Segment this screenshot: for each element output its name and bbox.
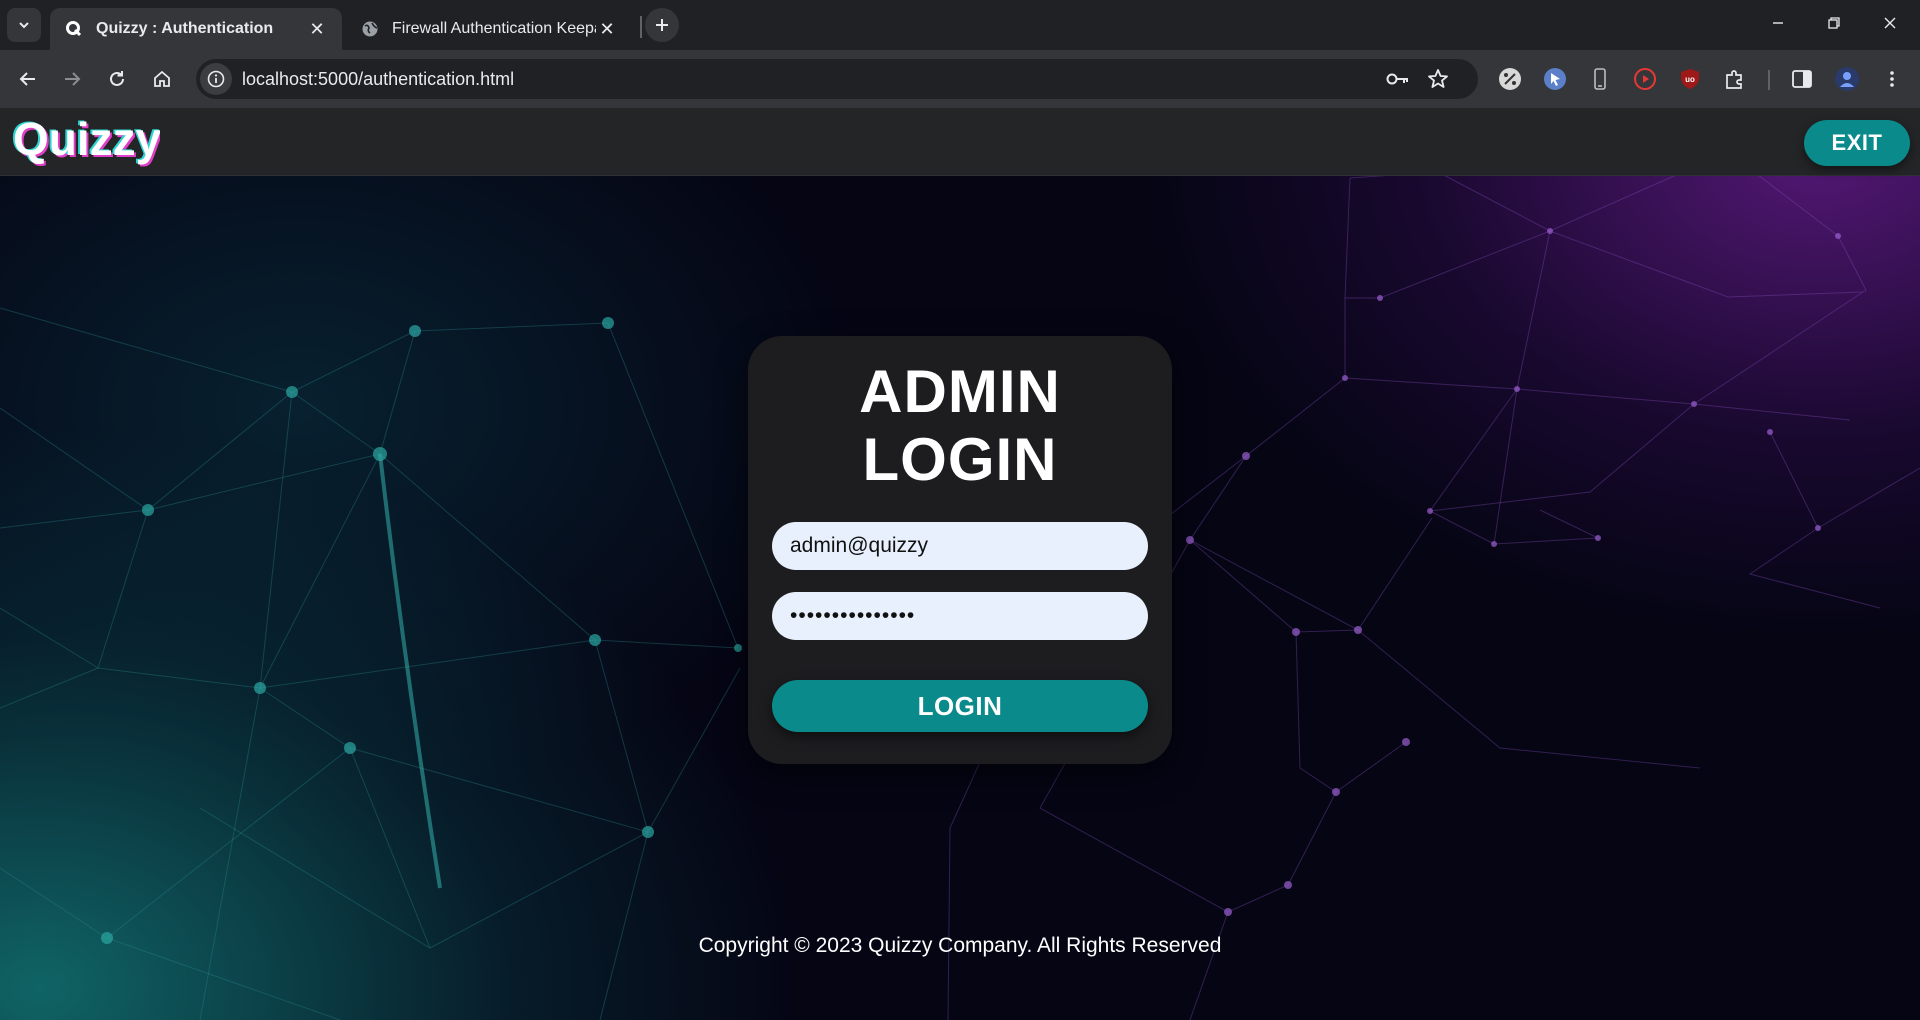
chevron-down-icon [19,22,29,29]
site-info-icon[interactable] [200,63,232,95]
phone-icon[interactable] [1586,65,1614,93]
tab-firewall-authentication[interactable]: Firewall Authentication Keepal ✕ [346,8,632,50]
globe-icon [360,19,380,39]
arrow-left-icon [19,72,35,86]
forward-button[interactable] [52,59,92,99]
back-button[interactable] [8,59,48,99]
login-button[interactable]: LOGIN [772,680,1148,732]
arrow-right-icon [65,72,81,86]
browser-toolbar: localhost:5000/authentication.html uo [0,50,1920,108]
app-header: Quizzy Quizzy Quizzy EXIT [0,108,1920,176]
home-icon [154,70,170,87]
home-button[interactable] [142,59,182,99]
page-viewport: Quizzy Quizzy Quizzy EXIT ADMIN LOGIN LO… [0,108,1920,1020]
address-bar[interactable]: localhost:5000/authentication.html [196,59,1478,99]
restore-button[interactable] [1806,0,1862,46]
tab-title: Firewall Authentication Keepal [392,20,596,37]
password-field[interactable] [772,592,1148,640]
puzzle-icon[interactable] [1721,65,1749,93]
toolbar-divider [1768,70,1770,90]
browser-tabstrip: Quizzy : Authentication ✕ Firewall Authe… [0,0,1920,50]
close-tab-icon[interactable]: ✕ [306,18,328,40]
login-title-line-2: LOGIN [862,426,1058,493]
login-card: ADMIN LOGIN LOGIN [748,336,1172,764]
new-tab-button[interactable] [645,8,679,42]
minimize-icon [1773,22,1783,24]
reload-icon [110,71,124,86]
login-title-line-1: ADMIN [859,358,1061,425]
tab-search-button[interactable] [7,8,41,42]
reload-button[interactable] [97,59,137,99]
close-tab-icon[interactable]: ✕ [596,18,618,40]
copyright-text: Copyright © 2023 Quizzy Company. All Rig… [698,934,1222,957]
side-panel-icon[interactable] [1788,65,1816,93]
quizzy-logo: Quizzy Quizzy Quizzy [11,112,160,167]
play-icon[interactable] [1631,65,1659,93]
login-title: ADMIN LOGIN [748,358,1172,494]
minimize-button[interactable] [1750,0,1806,46]
key-icon[interactable] [1384,65,1412,93]
quizzy-q-icon [64,19,84,39]
plus-icon [656,19,668,31]
restore-icon [1828,17,1840,29]
tab-divider [640,16,642,38]
percent-icon[interactable] [1496,65,1524,93]
close-icon [1884,17,1896,29]
tab-quizzy-authentication[interactable]: Quizzy : Authentication ✕ [50,8,342,50]
ublock-icon[interactable]: uo [1676,65,1704,93]
avatar[interactable] [1833,65,1861,93]
cursor-icon[interactable] [1541,65,1569,93]
star-icon[interactable] [1424,65,1452,93]
url-text[interactable]: localhost:5000/authentication.html [242,59,514,99]
exit-button[interactable]: EXIT [1804,120,1910,166]
email-field[interactable] [772,522,1148,570]
svg-text:uo: uo [1685,75,1695,84]
close-window-button[interactable] [1862,0,1918,46]
menu-icon[interactable] [1878,65,1906,93]
tab-title: Quizzy : Authentication [96,20,274,37]
logo-text: Quizzy [13,113,160,165]
